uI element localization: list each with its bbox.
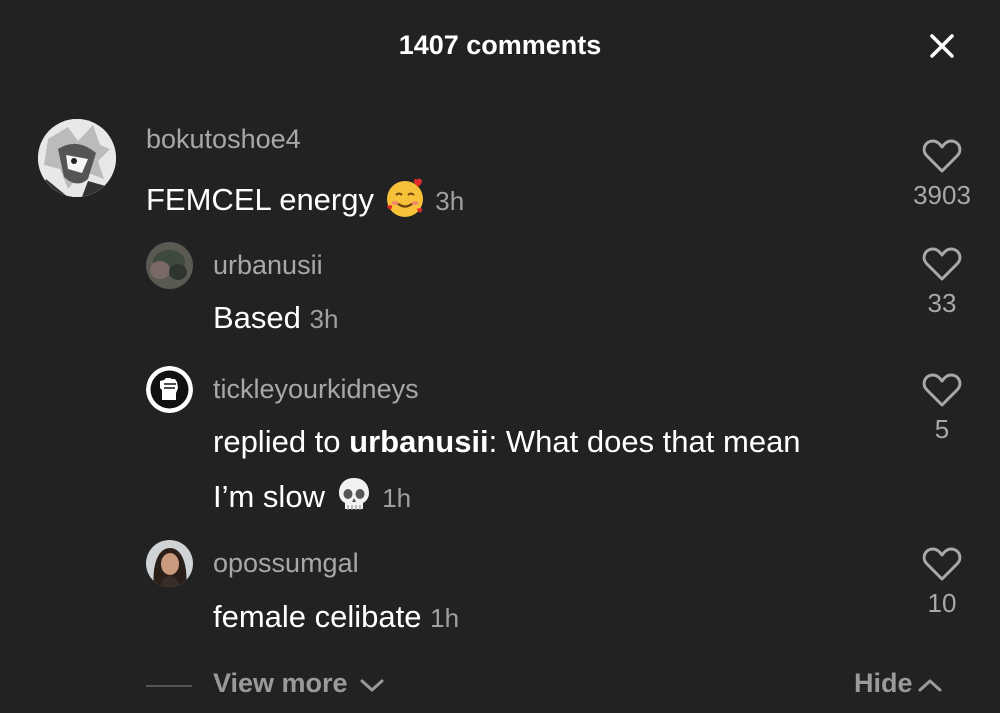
heart-icon — [922, 547, 962, 581]
comments-count-title: 1407 comments — [398, 30, 602, 60]
like-count: 33 — [927, 288, 957, 318]
avatar[interactable] — [146, 242, 193, 289]
chevron-down-icon — [360, 679, 384, 692]
view-more-label: View more — [213, 668, 348, 698]
skull-icon — [334, 475, 374, 523]
heart-icon — [922, 373, 962, 407]
hide-button[interactable]: Hide — [854, 668, 943, 699]
like-count: 5 — [934, 414, 950, 444]
divider — [146, 685, 192, 687]
comments-panel: 1407 comments bokutoshoe4 FEMCEL energy — [0, 0, 1000, 713]
avatar[interactable] — [146, 540, 193, 587]
view-more-button[interactable]: View more — [213, 668, 385, 699]
like-button[interactable]: 10 — [902, 546, 982, 619]
comment-time: 3h — [309, 304, 339, 334]
heart-icon — [922, 139, 962, 173]
like-button[interactable]: 3903 — [902, 138, 982, 211]
avatar[interactable] — [38, 119, 116, 197]
like-button[interactable]: 5 — [902, 372, 982, 445]
heart-icon — [922, 247, 962, 281]
comment-username[interactable]: opossumgal — [213, 548, 359, 579]
comment-time: 1h — [430, 603, 460, 633]
comment-username[interactable]: bokutoshoe4 — [146, 124, 301, 155]
hide-label: Hide — [854, 668, 913, 698]
comment-username[interactable]: urbanusii — [213, 250, 323, 281]
comment-text-line1: replied to urbanusii: What does that mea… — [213, 424, 801, 460]
comment-time: 3h — [435, 186, 465, 217]
comment-text: female celibate 1h — [213, 599, 459, 635]
smiling-face-with-hearts-icon — [383, 176, 427, 228]
comment-body: female celibate — [213, 599, 422, 634]
close-icon — [930, 34, 954, 58]
comment-text: FEMCEL energy 3h — [146, 176, 464, 228]
comment-body: FEMCEL energy — [146, 182, 374, 218]
comment-body: I’m slow — [213, 479, 325, 515]
comment-time: 1h — [382, 483, 412, 514]
reply-to-username[interactable]: urbanusii — [349, 424, 489, 459]
comment-username[interactable]: tickleyourkidneys — [213, 374, 419, 405]
chevron-up-icon — [918, 679, 942, 692]
comment-text: Based 3h — [213, 300, 338, 336]
comment-body: : What does that mean — [488, 424, 801, 459]
avatar[interactable] — [146, 366, 193, 413]
like-count: 3903 — [913, 180, 971, 210]
reply-prefix: replied to — [213, 424, 350, 459]
like-count: 10 — [927, 588, 957, 618]
close-button[interactable] — [924, 28, 960, 64]
comment-text-line2: I’m slow 1h — [213, 475, 411, 523]
comment-body: Based — [213, 300, 301, 335]
like-button[interactable]: 33 — [902, 246, 982, 319]
